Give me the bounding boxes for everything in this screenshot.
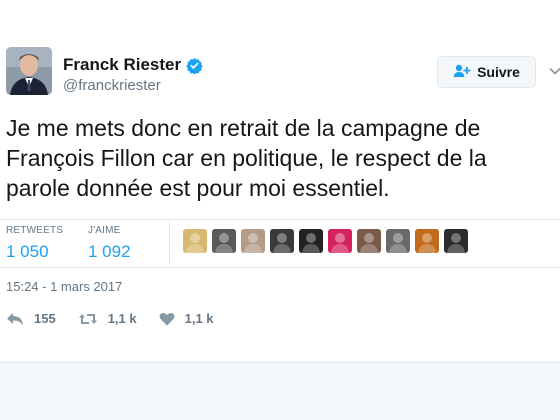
liker-avatar[interactable] [299,229,323,253]
tweet-timestamp[interactable]: 15:24 - 1 mars 2017 [6,279,122,294]
retweets-label: RETWEETS [6,225,64,236]
tweet-text: Je me mets donc en retrait de la campagn… [6,113,560,203]
follow-button-label: Suivre [477,64,520,80]
retweets-stat[interactable]: RETWEETS 1 050 [6,225,63,262]
likes-label: J'AIME [88,225,121,236]
tweet-actions: 155 1,1 k 1,1 k [6,311,236,326]
retweet-icon [78,312,98,326]
liker-avatar[interactable] [241,229,265,253]
reply-count: 155 [34,311,56,326]
liker-avatar[interactable] [415,229,439,253]
liker-avatar[interactable] [270,229,294,253]
retweet-button[interactable]: 1,1 k [78,311,137,326]
verified-badge-icon [186,57,203,74]
author-name-text[interactable]: Franck Riester [63,55,181,75]
like-button[interactable]: 1,1 k [159,311,214,326]
follow-button[interactable]: Suivre [437,56,536,88]
tweet-text-line-2: François Fillon car en politique, le res… [6,145,487,171]
author-handle[interactable]: @franckriester [63,77,161,94]
liker-avatar[interactable] [328,229,352,253]
liker-avatar[interactable] [386,229,410,253]
divider [0,267,560,268]
like-count: 1,1 k [184,311,214,326]
liker-avatar[interactable] [212,229,236,253]
divider [169,222,170,264]
heart-icon [159,312,175,326]
liker-avatar[interactable] [357,229,381,253]
likes-value[interactable]: 1 092 [88,242,131,262]
author-name[interactable]: Franck Riester [63,55,203,75]
tweet-text-line-3: parole donnée est pour moi essentiel. [6,175,390,201]
reply-area [0,362,560,420]
more-options-chevron-icon[interactable] [549,64,560,76]
reply-icon [6,312,24,326]
liker-avatar[interactable] [183,229,207,253]
retweet-count: 1,1 k [107,311,137,326]
retweets-value[interactable]: 1 050 [6,242,63,262]
liker-avatars [183,229,468,253]
divider [0,219,560,220]
tweet-text-line-1: Je me mets donc en retrait de la campagn… [6,115,481,141]
reply-button[interactable]: 155 [6,311,56,326]
author-avatar[interactable] [6,47,52,95]
add-user-icon [453,64,471,81]
likes-stat[interactable]: J'AIME 1 092 [88,225,131,262]
liker-avatar[interactable] [444,229,468,253]
